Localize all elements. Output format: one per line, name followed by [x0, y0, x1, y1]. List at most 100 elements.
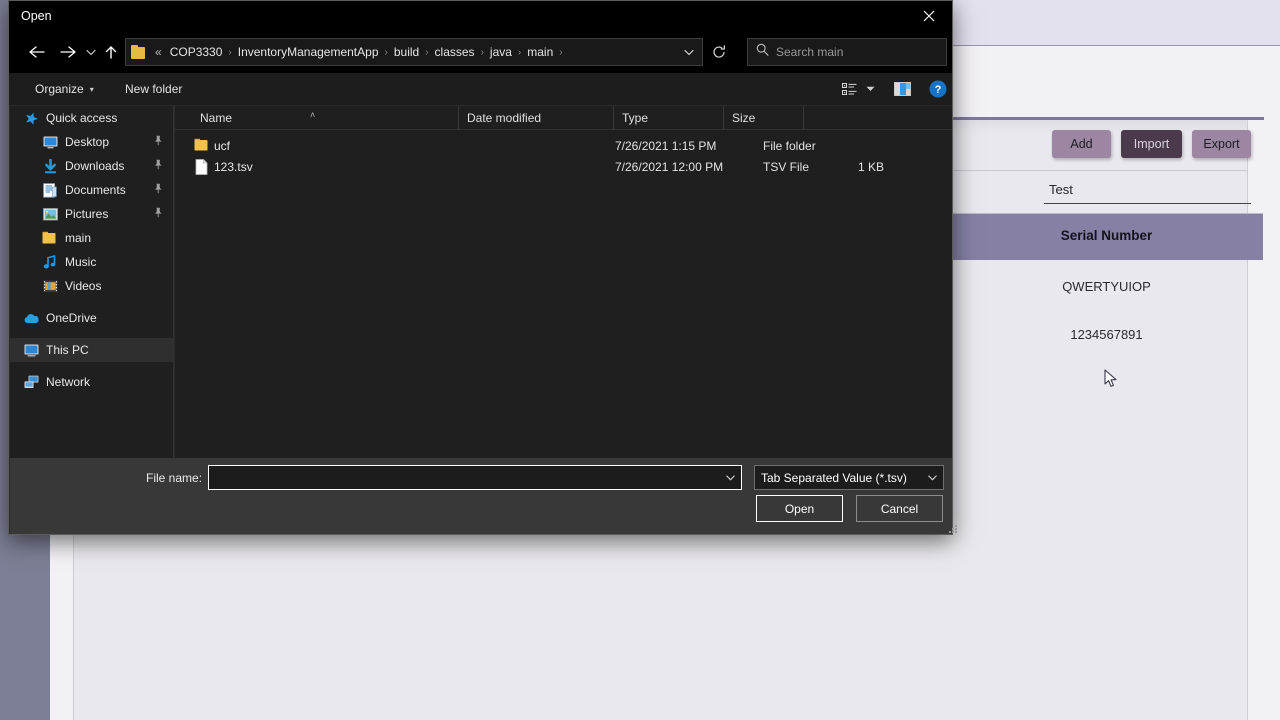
breadcrumb-item[interactable]: build: [390, 43, 423, 61]
view-layout-icon[interactable]: [836, 73, 862, 105]
add-button[interactable]: Add: [1052, 130, 1111, 158]
organize-button[interactable]: Organize ▾: [29, 73, 100, 105]
chevron-down-icon[interactable]: [676, 39, 702, 65]
organize-label: Organize: [35, 82, 84, 96]
pictures-icon: [42, 206, 58, 222]
app-search-field-value: Test: [1049, 182, 1073, 197]
sidebar-item-desktop[interactable]: Desktop: [10, 130, 173, 154]
column-header-date-modified[interactable]: Date modified: [459, 106, 614, 130]
app-search-field[interactable]: Test: [1044, 180, 1251, 204]
sidebar-item-label: main: [65, 231, 92, 245]
help-icon[interactable]: ?: [925, 73, 951, 105]
new-folder-label: New folder: [125, 82, 183, 96]
navigation-pane: Quick access Desktop Downloads Documents Pic…: [10, 106, 174, 458]
sidebar-item-label: Pictures: [65, 207, 109, 221]
close-icon[interactable]: [906, 1, 952, 31]
dialog-title: Open: [21, 9, 52, 23]
column-header-size[interactable]: Size: [724, 106, 804, 130]
nav-pane-spacer: [10, 362, 173, 370]
chevron-right-icon: ›: [480, 46, 484, 58]
chevron-down-icon[interactable]: [719, 466, 741, 489]
file-size: 1 KB: [857, 160, 884, 174]
chevron-down-icon: ▾: [89, 84, 94, 94]
file-type-filter-combobox[interactable]: Tab Separated Value (*.tsv): [754, 465, 944, 490]
nav-pane-spacer: [10, 298, 173, 306]
file-name-combobox[interactable]: [208, 465, 742, 490]
dialog-title-bar[interactable]: Open: [9, 1, 952, 31]
chevron-right-icon: ›: [425, 46, 429, 58]
screen: Add Import Export Test Serial Number QWE…: [0, 0, 1280, 720]
videos-icon: [42, 278, 58, 294]
recent-locations-icon[interactable]: [81, 31, 101, 73]
chevron-down-icon[interactable]: [921, 466, 943, 489]
documents-icon: [42, 182, 58, 198]
chevron-right-icon: ›: [559, 46, 563, 58]
breadcrumb: «COP3330 › InventoryManagementApp › build › cl…: [151, 43, 676, 61]
file-list: Name Date modified Type Size ˄ ucf 7/26/…: [175, 106, 952, 458]
sidebar-item-onedrive[interactable]: OneDrive: [10, 306, 173, 330]
breadcrumb-overflow[interactable]: «: [151, 43, 166, 61]
pin-icon[interactable]: [153, 135, 163, 149]
file-type: File folder: [763, 139, 816, 153]
sidebar-item-videos[interactable]: Videos: [10, 274, 173, 298]
table-row[interactable]: 1234567891: [950, 311, 1263, 359]
sidebar-item-main[interactable]: main: [10, 226, 173, 250]
export-button[interactable]: Export: [1192, 130, 1251, 158]
preview-pane-icon[interactable]: [889, 73, 915, 105]
app-right-gutter: [1264, 47, 1280, 720]
sidebar-item-downloads[interactable]: Downloads: [10, 154, 173, 178]
cancel-button[interactable]: Cancel: [856, 495, 943, 522]
chevron-right-icon: ›: [384, 46, 388, 58]
column-header-blank[interactable]: [804, 106, 952, 130]
forward-icon[interactable]: [53, 31, 83, 73]
open-file-dialog: Open « COP3330 › InventoryManagementApp …: [8, 0, 957, 535]
open-button[interactable]: Open: [756, 495, 843, 522]
sidebar-item-label: This PC: [46, 343, 89, 357]
sidebar-item-this-pc[interactable]: This PC: [10, 338, 173, 362]
search-input[interactable]: [776, 45, 946, 59]
folder-icon: [194, 138, 210, 154]
column-header-name[interactable]: Name: [192, 106, 459, 130]
pin-icon[interactable]: [153, 183, 163, 197]
table-row[interactable]: 123.tsv 7/26/2021 12:00 PM TSV File 1 KB: [175, 157, 952, 178]
breadcrumb-item[interactable]: main: [523, 43, 557, 61]
column-header-serial-number[interactable]: Serial Number: [950, 228, 1263, 243]
file-name: ucf: [214, 139, 231, 153]
back-icon[interactable]: [19, 31, 53, 73]
search-icon: [756, 43, 769, 61]
table-row[interactable]: ucf 7/26/2021 1:15 PM File folder: [175, 136, 952, 157]
search-box[interactable]: [747, 38, 947, 66]
onedrive-icon: [23, 310, 39, 326]
pin-icon[interactable]: [153, 207, 163, 221]
address-bar[interactable]: «COP3330 › InventoryManagementApp › build › cl…: [125, 38, 703, 66]
file-icon: [194, 159, 210, 175]
file-type: TSV File: [763, 160, 810, 174]
sidebar-item-quick-access[interactable]: Quick access: [10, 106, 173, 130]
chevron-down-icon[interactable]: [861, 73, 879, 105]
sidebar-item-pictures[interactable]: Pictures: [10, 202, 173, 226]
folder-icon: [42, 230, 58, 246]
refresh-icon[interactable]: [706, 38, 732, 66]
file-name-input[interactable]: [209, 470, 719, 485]
folder-icon: [131, 45, 147, 59]
sidebar-item-label: Downloads: [65, 159, 125, 173]
pin-icon[interactable]: [153, 159, 163, 173]
breadcrumb-item[interactable]: classes: [431, 43, 479, 61]
sidebar-item-documents[interactable]: Documents: [10, 178, 173, 202]
star-icon: [23, 110, 39, 126]
resize-grip[interactable]: [947, 522, 959, 534]
file-date: 7/26/2021 12:00 PM: [615, 160, 724, 174]
new-folder-button[interactable]: New folder: [119, 73, 188, 105]
chevron-right-icon: ›: [228, 46, 232, 58]
sidebar-item-music[interactable]: Music: [10, 250, 173, 274]
download-icon: [42, 158, 58, 174]
column-header-type[interactable]: Type: [614, 106, 724, 130]
breadcrumb-item[interactable]: COP3330: [166, 43, 227, 61]
breadcrumb-item[interactable]: java: [486, 43, 516, 61]
desktop-icon: [42, 134, 58, 150]
up-icon[interactable]: [99, 31, 123, 73]
import-button[interactable]: Import: [1121, 130, 1182, 158]
sidebar-item-network[interactable]: Network: [10, 370, 173, 394]
breadcrumb-item[interactable]: InventoryManagementApp: [234, 43, 383, 61]
table-row[interactable]: QWERTYUIOP: [950, 263, 1263, 311]
